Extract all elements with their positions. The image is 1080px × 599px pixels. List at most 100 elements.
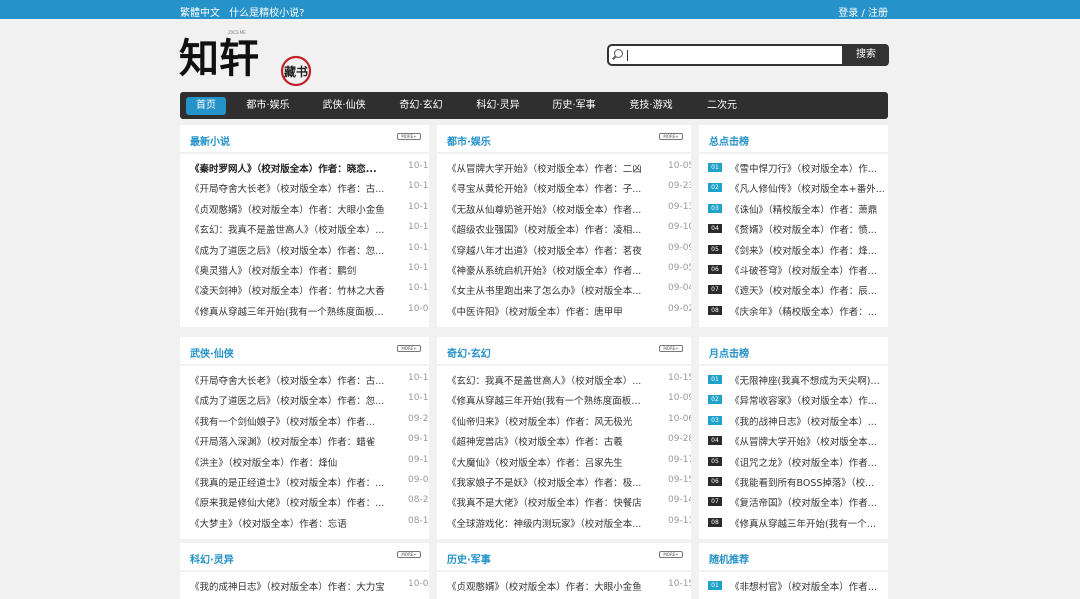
nav-home[interactable]: 首页 [186,97,226,115]
book-title-link[interactable]: 《庆余年》（精校版全本）作者：... [730,304,885,318]
rank-item[interactable]: 05 《剑来》（校对版全本）作者：烽... [708,243,883,257]
list-item[interactable]: 《大魔仙》（校对版全本）作者：吕家先生 09-17 [447,455,691,469]
list-item[interactable]: 《修真从穿越三年开始(我有一个熟练度面板)... 10-09 [447,393,691,407]
book-title-link[interactable]: 《开局夺舍大长老》（校对版全本）作者：古... [190,181,386,195]
list-item[interactable]: 《我真不是大佬》（校对版全本）作者：快餐店 09-14 [447,495,691,509]
rank-item[interactable]: 08 《庆余年》（精校版全本）作者：... [708,304,883,318]
panel-title[interactable]: 最新小说 [190,133,230,148]
list-item[interactable]: 《贞观憨婿》（校对版全本）作者：大眼小金鱼 10-15 [190,202,429,216]
rank-item[interactable]: 01 《非想村官》（校对版全本）作者：洞... [708,579,885,593]
more-button[interactable]: MORE+ [397,345,421,352]
list-item[interactable]: 《原来我是修仙大佬》（校对版全本）作者：... 08-29 [190,495,429,509]
nav-history[interactable]: 历史·军事 [548,97,600,115]
book-title-link[interactable]: 《神豪从系统启机开始》（校对版全本）作者... [447,263,643,277]
list-item[interactable]: 《无敌从仙尊奶爸开始》（校对版全本）作者... 09-13 [447,202,691,216]
book-title-link[interactable]: 《超级农业强国》（校对版全本）作者：凌相... [447,222,643,236]
list-item[interactable]: 《开局落入深渊》（校对版全本）作者：蜡雀 09-16 [190,434,429,448]
book-title-link[interactable]: 《凌天剑神》（校对版全本）作者：竹林之大香 [190,283,386,297]
book-title-link[interactable]: 《仙帝归来》（校对版全本）作者：风无极光 [447,414,643,428]
more-button[interactable]: MORE+ [659,133,683,140]
more-button[interactable]: MORE+ [659,345,683,352]
panel-title[interactable]: 月点击榜 [709,345,749,360]
login-register-link[interactable]: 登录 / 注册 [838,4,888,19]
rank-item[interactable]: 05 《诅咒之龙》（校对版全本）作者... [708,455,883,469]
rank-item[interactable]: 07 《复活帝国》（校对版全本）作者... [708,495,883,509]
book-title-link[interactable]: 《遮天》（校对版全本）作者：辰... [730,283,885,297]
book-title-link[interactable]: 《成为了道医之后》（校对版全本）作者：忽... [190,393,386,407]
book-title-link[interactable]: 《雪中悍刀行》（校对版全本）作... [730,161,885,175]
rank-item[interactable]: 01 《雪中悍刀行》（校对版全本）作... [708,161,883,175]
what-is-jingjiao-link[interactable]: 什么是精校小说? [229,8,304,19]
traditional-chinese-link[interactable]: 繁體中文 [180,8,220,19]
list-item[interactable]: 《修真从穿越三年开始(我有一个熟练度面板)... 10-09 [190,304,429,318]
book-title-link[interactable]: 《我的成神日志》（校对版全本）作者：大力宝 [190,579,386,593]
book-title-link[interactable]: 《我的战神日志》（校对版全本）... [730,414,885,428]
book-title-link[interactable]: 《我家娘子不是妖》（校对版全本）作者：极... [447,475,643,489]
book-title-link[interactable]: 《秦时罗网人》（校对版全本）作者：晓恋... [190,161,386,175]
book-title-link[interactable]: 《修真从穿越三年开始(我有一个熟练度面板)... [190,304,386,318]
nav-scifi[interactable]: 科幻·灵异 [472,97,524,115]
book-title-link[interactable]: 《从冒牌大学开始》（校对版全本）作者：二凶 [447,161,643,175]
nav-urban[interactable]: 都市·娱乐 [242,97,294,115]
panel-title[interactable]: 历史·军事 [447,551,491,566]
rank-item[interactable]: 04 《赘婿》（校对版全本）作者：愤... [708,222,883,236]
list-item[interactable]: 《寻宝从黄伦开始》（校对版全本）作者：子... 09-23 [447,181,691,195]
book-title-link[interactable]: 《从冒牌大学开始》（校对版全本... [730,434,885,448]
book-title-link[interactable]: 《剑来》（校对版全本）作者：烽... [730,243,885,257]
book-title-link[interactable]: 《无敌从仙尊奶爸开始》（校对版全本）作者... [447,202,643,216]
list-item[interactable]: 《我有一个剑仙娘子》（校对版全本）作者... 09-27 [190,414,429,428]
panel-title[interactable]: 总点击榜 [709,133,749,148]
list-item[interactable]: 《奥灵猎人》（校对版全本）作者：鹏剑 10-12 [190,263,429,277]
rank-item[interactable]: 03 《诛仙》（精校版全本）作者：萧鼎 [708,202,883,216]
list-item[interactable]: 《从冒牌大学开始》（校对版全本）作者：二凶 10-05 [447,161,691,175]
book-title-link[interactable]: 《超神宠兽店》（校对版全本）作者：古羲 [447,434,643,448]
list-item[interactable]: 《成为了道医之后》（校对版全本）作者：忽... 10-13 [190,243,429,257]
book-title-link[interactable]: 《开局落入深渊》（校对版全本）作者：蜡雀 [190,434,386,448]
list-item[interactable]: 《全球游戏化：神级内测玩家》（校对版全本... 09-11 [447,516,691,530]
more-button[interactable]: MORE+ [397,133,421,140]
book-title-link[interactable]: 《女主从书里跑出来了怎么办》（校对版全本... [447,283,643,297]
rank-item[interactable]: 07 《遮天》（校对版全本）作者：辰... [708,283,883,297]
nav-games[interactable]: 竞技·游戏 [625,97,677,115]
list-item[interactable]: 《成为了道医之后》（校对版全本）作者：忽... 10-13 [190,393,429,407]
book-title-link[interactable]: 《我有一个剑仙娘子》（校对版全本）作者... [190,414,386,428]
search-button[interactable]: 搜索 [843,44,889,66]
list-item[interactable]: 《开局夺舍大长老》（校对版全本）作者：古... 10-17 [190,373,429,387]
rank-item[interactable]: 01 《无限神座(我真不想成为天尖啊)》... [708,373,885,387]
panel-title[interactable]: 随机推荐 [709,551,749,566]
rank-item[interactable]: 04 《从冒牌大学开始》（校对版全本... [708,434,883,448]
book-title-link[interactable]: 《我真不是大佬》（校对版全本）作者：快餐店 [447,495,643,509]
book-title-link[interactable]: 《非想村官》（校对版全本）作者：洞... [730,579,885,593]
book-title-link[interactable]: 《中医许阳》（校对版全本）作者：唐甲甲 [447,304,643,318]
book-title-link[interactable]: 《贞观憨婿》（校对版全本）作者：大眼小金鱼 [447,579,643,593]
list-item[interactable]: 《我的成神日志》（校对版全本）作者：大力宝 10-08 [190,579,429,593]
rank-item[interactable]: 02 《异常收容家》（校对版全本）作... [708,393,883,407]
list-item[interactable]: 《仙帝归来》（校对版全本）作者：风无极光 10-06 [447,414,691,428]
rank-item[interactable]: 08 《修真从穿越三年开始(我有一个熟... [708,516,885,530]
book-title-link[interactable]: 《成为了道医之后》（校对版全本）作者：忽... [190,243,386,257]
nav-acg[interactable]: 二次元 [700,97,744,115]
book-title-link[interactable]: 《无限神座(我真不想成为天尖啊)》... [730,373,885,387]
list-item[interactable]: 《玄幻：我真不是盖世高人》（校对版全本）... 10-15 [190,222,429,236]
book-title-link[interactable]: 《赘婿》（校对版全本）作者：愤... [730,222,885,236]
book-title-link[interactable]: 《凡人修仙传》（校对版全本+番外... [730,181,885,195]
list-item[interactable]: 《我真的是正经道士》（校对版全本）作者：... 09-06 [190,475,429,489]
book-title-link[interactable]: 《大魔仙》（校对版全本）作者：吕家先生 [447,455,643,469]
book-title-link[interactable]: 《原来我是修仙大佬》（校对版全本）作者：... [190,495,386,509]
list-item[interactable]: 《秦时罗网人》（校对版全本）作者：晓恋... 10-18 [190,161,429,175]
book-title-link[interactable]: 《洪主》（校对版全本）作者：烽仙 [190,455,386,469]
search-input[interactable] [607,44,844,66]
list-item[interactable]: 《大梦主》（校对版全本）作者：忘语 08-15 [190,516,429,530]
more-button[interactable]: MORE+ [659,551,683,558]
book-title-link[interactable]: 《我能看到所有BOSS掉落》（校... [730,475,885,489]
site-logo[interactable]: 知轩 藏书 ZXCS.ME [178,26,328,88]
book-title-link[interactable]: 《奥灵猎人》（校对版全本）作者：鹏剑 [190,263,386,277]
rank-item[interactable]: 06 《斗破苍穹》（校对版全本）作者... [708,263,883,277]
panel-title[interactable]: 奇幻·玄幻 [447,345,491,360]
list-item[interactable]: 《神豪从系统启机开始》（校对版全本）作者... 09-05 [447,263,691,277]
list-item[interactable]: 《凌天剑神》（校对版全本）作者：竹林之大香 10-10 [190,283,429,297]
book-title-link[interactable]: 《异常收容家》（校对版全本）作... [730,393,885,407]
panel-title[interactable]: 武侠·仙侠 [190,345,234,360]
list-item[interactable]: 《开局夺舍大长老》（校对版全本）作者：古... 10-17 [190,181,429,195]
list-item[interactable]: 《穿越八年才出道》（校对版全本）作者：茗夜 09-09 [447,243,691,257]
